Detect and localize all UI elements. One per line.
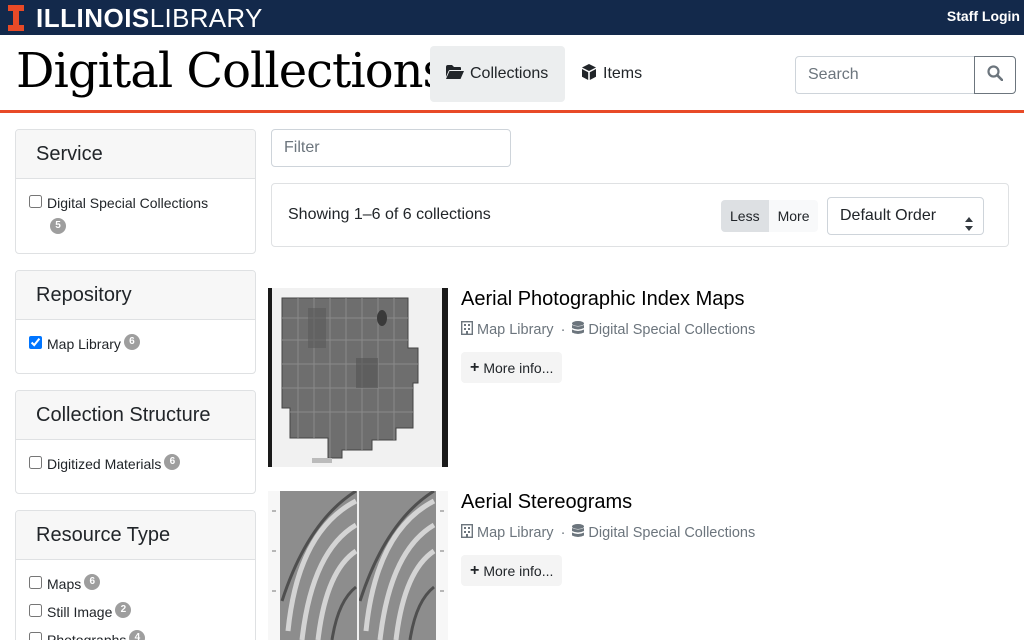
- facet-repository: Repository Map Library 6: [15, 270, 256, 374]
- facet-title: Resource Type: [16, 511, 255, 560]
- collection-meta: Map Library · Digital Special Collection…: [460, 320, 755, 339]
- service-link[interactable]: Digital Special Collections: [588, 322, 755, 338]
- more-info-button[interactable]: + More info...: [461, 352, 563, 383]
- facet-checkbox[interactable]: [29, 456, 42, 469]
- collection-item: Aerial Photographic Index Maps Map Libra…: [268, 288, 1008, 468]
- more-info-label: More info...: [483, 359, 554, 376]
- facet-option[interactable]: Still Image 2: [28, 602, 243, 622]
- facet-option-label: Maps: [47, 576, 82, 592]
- detail-toggle: Less More: [721, 200, 819, 232]
- count-badge: 6: [123, 334, 140, 350]
- more-info-button[interactable]: + More info...: [461, 555, 563, 586]
- staff-login-link[interactable]: Staff Login: [947, 8, 1020, 24]
- collection-thumbnail[interactable]: [268, 288, 448, 467]
- count-badge: 6: [84, 574, 101, 590]
- collection-meta: Map Library · Digital Special Collection…: [460, 523, 755, 542]
- page-title[interactable]: Digital Collections: [16, 43, 447, 99]
- database-icon: [572, 321, 588, 339]
- results-toolbar: Showing 1–6 of 6 collections Less More D…: [271, 183, 1009, 247]
- database-icon: [572, 524, 588, 542]
- top-bar: ILLINOIS LIBRARY Staff Login: [0, 0, 1024, 35]
- count-badge: 2: [115, 602, 132, 618]
- count-badge: 5: [50, 217, 66, 234]
- logo-text-library: LIBRARY: [149, 3, 263, 33]
- count-badge: 6: [164, 454, 181, 470]
- facet-option-label: Digitized Materials: [47, 456, 162, 472]
- nav-collections[interactable]: Collections: [430, 46, 565, 102]
- facet-checkbox[interactable]: [29, 604, 42, 617]
- folder-open-icon: [446, 64, 470, 84]
- facet-title: Collection Structure: [16, 391, 255, 440]
- search-input[interactable]: [795, 56, 975, 94]
- collection-thumbnail[interactable]: [268, 491, 448, 640]
- facet-option-label: Map Library: [47, 336, 121, 352]
- logo-text-illinois: ILLINOIS: [36, 3, 150, 33]
- count-badge: 4: [129, 630, 146, 640]
- facet-service: Service Digital Special Collections 5: [15, 129, 256, 254]
- more-button[interactable]: More: [769, 200, 819, 232]
- select-arrows-icon: [965, 209, 973, 245]
- filter-input[interactable]: [271, 129, 511, 167]
- facet-collection-structure: Collection Structure Digitized Materials…: [15, 390, 256, 494]
- more-info-label: More info...: [483, 562, 554, 579]
- results-count: Showing 1–6 of 6 collections: [288, 206, 491, 223]
- facet-option-label: Photographs: [47, 632, 127, 640]
- building-icon: [460, 320, 477, 339]
- facet-option[interactable]: Digital Special Collections 5: [28, 193, 243, 234]
- less-button[interactable]: Less: [721, 200, 769, 232]
- building-icon: [460, 523, 477, 542]
- plus-icon: +: [470, 358, 480, 376]
- facet-title: Repository: [16, 271, 255, 320]
- collection-title[interactable]: Aerial Stereograms: [461, 491, 632, 514]
- facet-option-label: Still Image: [47, 604, 113, 620]
- sort-select[interactable]: Default Order: [827, 197, 984, 235]
- facet-option-label: Digital Special Collections: [47, 195, 209, 211]
- nav-items-label: Items: [603, 65, 643, 82]
- facet-checkbox[interactable]: [29, 195, 42, 208]
- facet-resource-type: Resource Type Maps 6 Still Image 2 Photo…: [15, 510, 256, 640]
- nav-collections-label: Collections: [470, 65, 549, 82]
- cube-icon: [581, 63, 603, 85]
- facet-option[interactable]: Digitized Materials 6: [28, 454, 243, 474]
- nav-items[interactable]: Items: [565, 46, 660, 102]
- facet-title: Service: [16, 130, 255, 179]
- sort-select-value: Default Order: [840, 207, 937, 224]
- collection-item: Aerial Stereograms Map Library · Digital…: [268, 491, 1008, 640]
- plus-icon: +: [470, 561, 480, 579]
- facet-option[interactable]: Map Library 6: [28, 334, 243, 354]
- repository-link[interactable]: Map Library: [477, 322, 554, 338]
- repository-link[interactable]: Map Library: [477, 525, 554, 541]
- search-button[interactable]: [974, 56, 1016, 94]
- site-header: Digital Collections Collections Items: [0, 35, 1024, 113]
- facet-option[interactable]: Photographs 4: [28, 630, 243, 640]
- facet-checkbox[interactable]: [29, 576, 42, 589]
- service-link[interactable]: Digital Special Collections: [588, 525, 755, 541]
- facet-checkbox[interactable]: [29, 336, 42, 349]
- illinois-library-logo[interactable]: ILLINOIS LIBRARY: [8, 4, 263, 32]
- collection-title[interactable]: Aerial Photographic Index Maps: [461, 288, 745, 311]
- block-i-icon: [8, 5, 24, 31]
- facet-option[interactable]: Maps 6: [28, 574, 243, 594]
- facet-checkbox[interactable]: [29, 632, 42, 640]
- search-icon: [987, 64, 1004, 86]
